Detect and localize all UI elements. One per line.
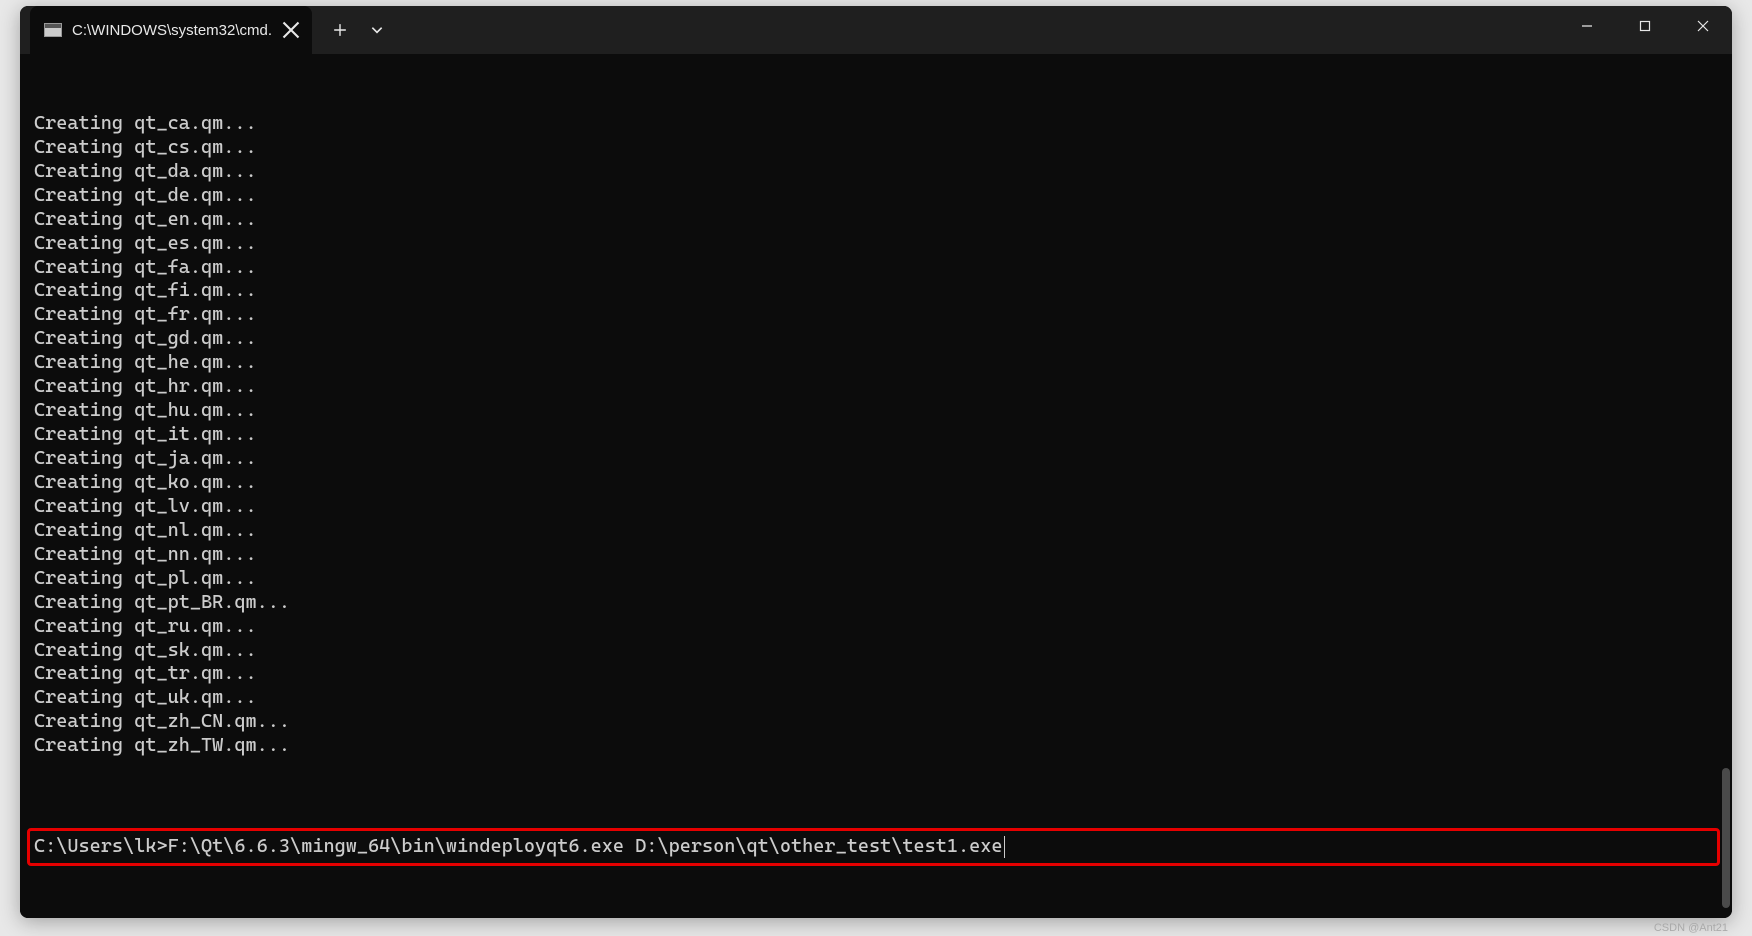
output-line: Creating qt_ko.qm... bbox=[34, 471, 1726, 495]
output-line: Creating qt_uk.qm... bbox=[34, 686, 1726, 710]
output-line: Creating qt_sk.qm... bbox=[34, 639, 1726, 663]
output-line: Creating qt_hu.qm... bbox=[34, 399, 1726, 423]
prompt-command[interactable]: F:\Qt\6.6.3\mingw_64\bin\windeployqt6.ex… bbox=[168, 835, 1003, 857]
prompt-line: C:\Users\lk>F:\Qt\6.6.3\mingw_64\bin\win… bbox=[34, 835, 1005, 859]
watermark: CSDN @Ant21 bbox=[1654, 922, 1728, 934]
output-line: Creating qt_zh_TW.qm... bbox=[34, 734, 1726, 758]
close-icon bbox=[1697, 20, 1709, 32]
command-highlight-box: C:\Users\lk>F:\Qt\6.6.3\mingw_64\bin\win… bbox=[27, 828, 1720, 866]
scrollbar[interactable] bbox=[1720, 114, 1730, 908]
terminal-window: C:\WINDOWS\system32\cmd. Creating qt_ca.… bbox=[20, 6, 1732, 918]
window-controls bbox=[1558, 6, 1732, 54]
output-line: Creating qt_gd.qm... bbox=[34, 327, 1726, 351]
output-line: Creating qt_es.qm... bbox=[34, 232, 1726, 256]
tab-active[interactable]: C:\WINDOWS\system32\cmd. bbox=[30, 6, 312, 54]
output-line: Creating qt_nl.qm... bbox=[34, 519, 1726, 543]
tab-title: C:\WINDOWS\system32\cmd. bbox=[72, 22, 272, 39]
output-line: Creating qt_it.qm... bbox=[34, 423, 1726, 447]
tab-dropdown-button[interactable] bbox=[360, 10, 394, 50]
output-line: Creating qt_cs.qm... bbox=[34, 136, 1726, 160]
text-cursor bbox=[1004, 836, 1006, 858]
maximize-button[interactable] bbox=[1616, 6, 1674, 46]
terminal-output: Creating qt_ca.qm...Creating qt_cs.qm...… bbox=[34, 112, 1726, 758]
output-line: Creating qt_nn.qm... bbox=[34, 543, 1726, 567]
scrollbar-thumb[interactable] bbox=[1722, 768, 1730, 908]
close-tab-button[interactable] bbox=[282, 21, 300, 39]
output-line: Creating qt_de.qm... bbox=[34, 184, 1726, 208]
close-icon bbox=[282, 21, 300, 39]
cmd-icon bbox=[44, 23, 62, 37]
output-line: Creating qt_tr.qm... bbox=[34, 662, 1726, 686]
terminal-body[interactable]: Creating qt_ca.qm...Creating qt_cs.qm...… bbox=[20, 54, 1732, 918]
output-line: Creating qt_da.qm... bbox=[34, 160, 1726, 184]
output-line: Creating qt_hr.qm... bbox=[34, 375, 1726, 399]
output-line: Creating qt_en.qm... bbox=[34, 208, 1726, 232]
minimize-button[interactable] bbox=[1558, 6, 1616, 46]
output-line: Creating qt_fr.qm... bbox=[34, 303, 1726, 327]
output-line: Creating qt_pl.qm... bbox=[34, 567, 1726, 591]
output-line: Creating qt_pt_BR.qm... bbox=[34, 591, 1726, 615]
output-line: Creating qt_lv.qm... bbox=[34, 495, 1726, 519]
minimize-icon bbox=[1581, 20, 1593, 32]
output-line: Creating qt_fi.qm... bbox=[34, 279, 1726, 303]
titlebar: C:\WINDOWS\system32\cmd. bbox=[20, 6, 1732, 54]
chevron-down-icon bbox=[370, 23, 384, 37]
output-line: Creating qt_ca.qm... bbox=[34, 112, 1726, 136]
output-line: Creating qt_ru.qm... bbox=[34, 615, 1726, 639]
close-window-button[interactable] bbox=[1674, 6, 1732, 46]
output-line: Creating qt_fa.qm... bbox=[34, 256, 1726, 280]
output-line: Creating qt_he.qm... bbox=[34, 351, 1726, 375]
plus-icon bbox=[333, 23, 347, 37]
output-line: Creating qt_zh_CN.qm... bbox=[34, 710, 1726, 734]
prompt-cwd: C:\Users\lk> bbox=[34, 835, 168, 857]
output-line: Creating qt_ja.qm... bbox=[34, 447, 1726, 471]
maximize-icon bbox=[1639, 20, 1651, 32]
new-tab-button[interactable] bbox=[320, 10, 360, 50]
